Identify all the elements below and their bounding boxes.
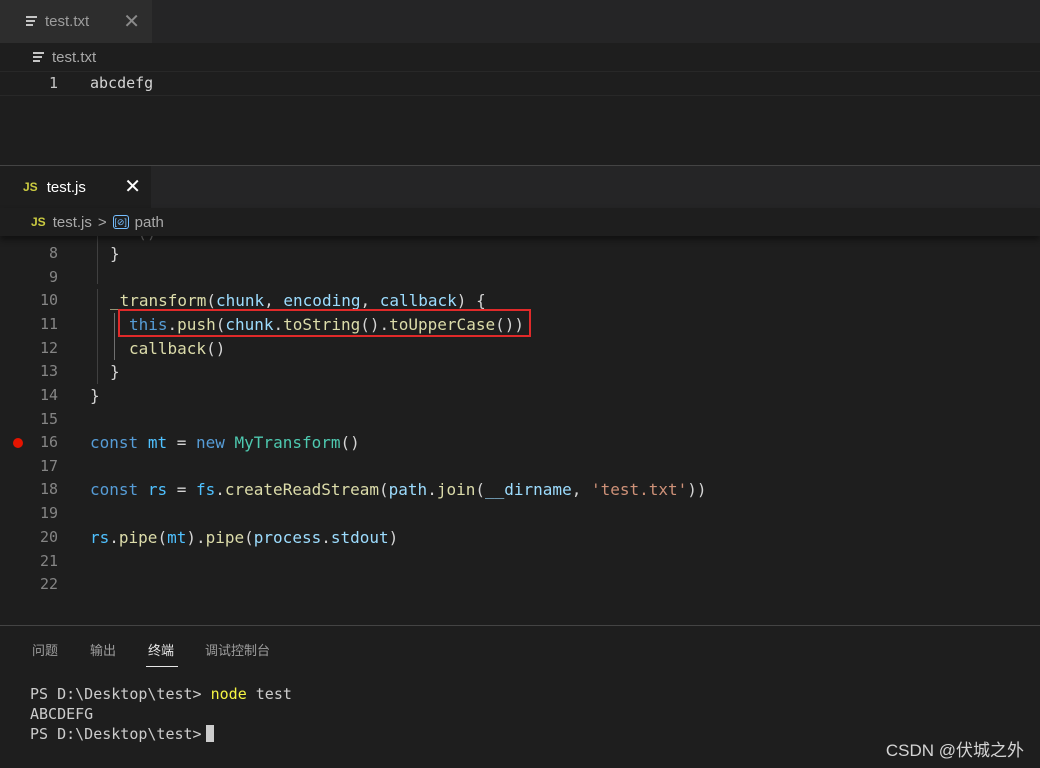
tab-debug-console[interactable]: 调试控制台: [205, 640, 270, 659]
code-line: 21: [0, 550, 1040, 573]
breadcrumb-file[interactable]: test.txt: [52, 49, 96, 66]
terminal[interactable]: PS D:\Desktop\test> node test ABCDEFG PS…: [30, 684, 292, 744]
code-text: }: [110, 244, 120, 263]
breakpoint-icon[interactable]: [13, 438, 23, 448]
code-text: callback(): [129, 339, 226, 358]
code-line: 17: [0, 455, 1040, 478]
breadcrumb-file[interactable]: test.js: [53, 214, 92, 231]
line-number: 12: [39, 339, 58, 357]
variable-symbol-icon: [⊘]: [112, 215, 129, 229]
line-number: 17: [39, 457, 58, 475]
js-file-icon: JS: [23, 180, 38, 194]
tab-terminal[interactable]: 终端: [148, 640, 174, 659]
code-line: 8 }: [0, 242, 1040, 265]
js-file-icon: JS: [31, 215, 46, 229]
line-number: 14: [39, 386, 58, 404]
terminal-line: PS D:\Desktop\test>: [30, 724, 292, 744]
bottom-panel: 问题 输出 终端 调试控制台 PS D:\Desktop\test> node …: [0, 625, 1040, 768]
tab-test-js[interactable]: JS test.js ✕: [0, 166, 151, 208]
line-number: 11: [39, 315, 58, 333]
tab-label: test.js: [46, 178, 86, 196]
code-line: 1 abcdefg: [0, 71, 1040, 96]
line-number: 15: [39, 410, 58, 428]
breadcrumb: test.txt: [0, 43, 1040, 71]
code-text: }: [110, 362, 120, 381]
code-line: 14 }: [0, 384, 1040, 407]
tab-output[interactable]: 输出: [90, 640, 116, 659]
tab-label: test.txt: [45, 13, 90, 30]
code-line: 12 callback(): [0, 337, 1040, 360]
text-file-icon: [33, 52, 44, 62]
terminal-line: PS D:\Desktop\test> node test: [30, 685, 292, 703]
line-number: 19: [39, 504, 58, 522]
code-line: 15: [0, 408, 1040, 431]
top-tab-bar: test.txt ✕: [0, 0, 1040, 43]
close-icon[interactable]: ✕: [123, 9, 140, 34]
code-text: rs.pipe(mt).pipe(process.stdout): [90, 528, 399, 547]
line-number: 1: [48, 74, 58, 92]
line-number: 13: [39, 362, 58, 380]
close-icon[interactable]: ✕: [124, 174, 141, 199]
code-line: 13 }: [0, 360, 1040, 383]
line-number: 16: [39, 433, 58, 451]
panel-tab-bar: 问题 输出 终端 调试控制台: [0, 626, 1040, 670]
watermark: CSDN @伏城之外: [885, 741, 1024, 760]
code-line: 16 const mt = new MyTransform(): [0, 431, 1040, 454]
indent-guide: [97, 236, 98, 284]
code-line: 18 const rs = fs.createReadStream(path.j…: [0, 478, 1040, 501]
chevron-right-icon: >: [97, 213, 107, 231]
line-number: 20: [39, 528, 58, 546]
line-number: 8: [48, 244, 58, 262]
line-number: 9: [48, 268, 58, 286]
breadcrumb-symbol[interactable]: path: [135, 214, 164, 231]
bottom-tab-bar: JS test.js ✕: [0, 166, 1040, 208]
code-line: 22: [0, 573, 1040, 596]
line-number: 21: [39, 552, 58, 570]
code-line: 9: [0, 266, 1040, 289]
line-number: 18: [39, 480, 58, 498]
terminal-cursor: [205, 725, 214, 742]
indent-guide: [97, 289, 98, 384]
line-number: 22: [39, 575, 58, 593]
tab-problems[interactable]: 问题: [32, 640, 58, 659]
code-line: 19: [0, 502, 1040, 525]
highlight-annotation-box: [118, 309, 531, 337]
line-number: 10: [39, 291, 58, 309]
line-text[interactable]: abcdefg: [90, 74, 153, 92]
active-tab-indicator: [146, 666, 178, 667]
top-editor-group: test.txt ✕ test.txt 1 abcdefg: [0, 0, 1040, 165]
tab-test-txt[interactable]: test.txt ✕: [0, 0, 152, 43]
breadcrumb: JS test.js > [⊘] path: [0, 208, 1040, 236]
indent-guide: [114, 313, 115, 360]
code-editor[interactable]: () 8 } 9 10 _transform(chunk, encoding, …: [0, 236, 1040, 626]
terminal-output: ABCDEFG: [30, 705, 94, 723]
code-line: 20 rs.pipe(mt).pipe(process.stdout): [0, 526, 1040, 549]
code-text: const mt = new MyTransform(): [90, 433, 360, 452]
code-text: }: [90, 386, 100, 405]
code-text: const rs = fs.createReadStream(path.join…: [90, 480, 707, 499]
text-file-icon: [26, 16, 37, 26]
